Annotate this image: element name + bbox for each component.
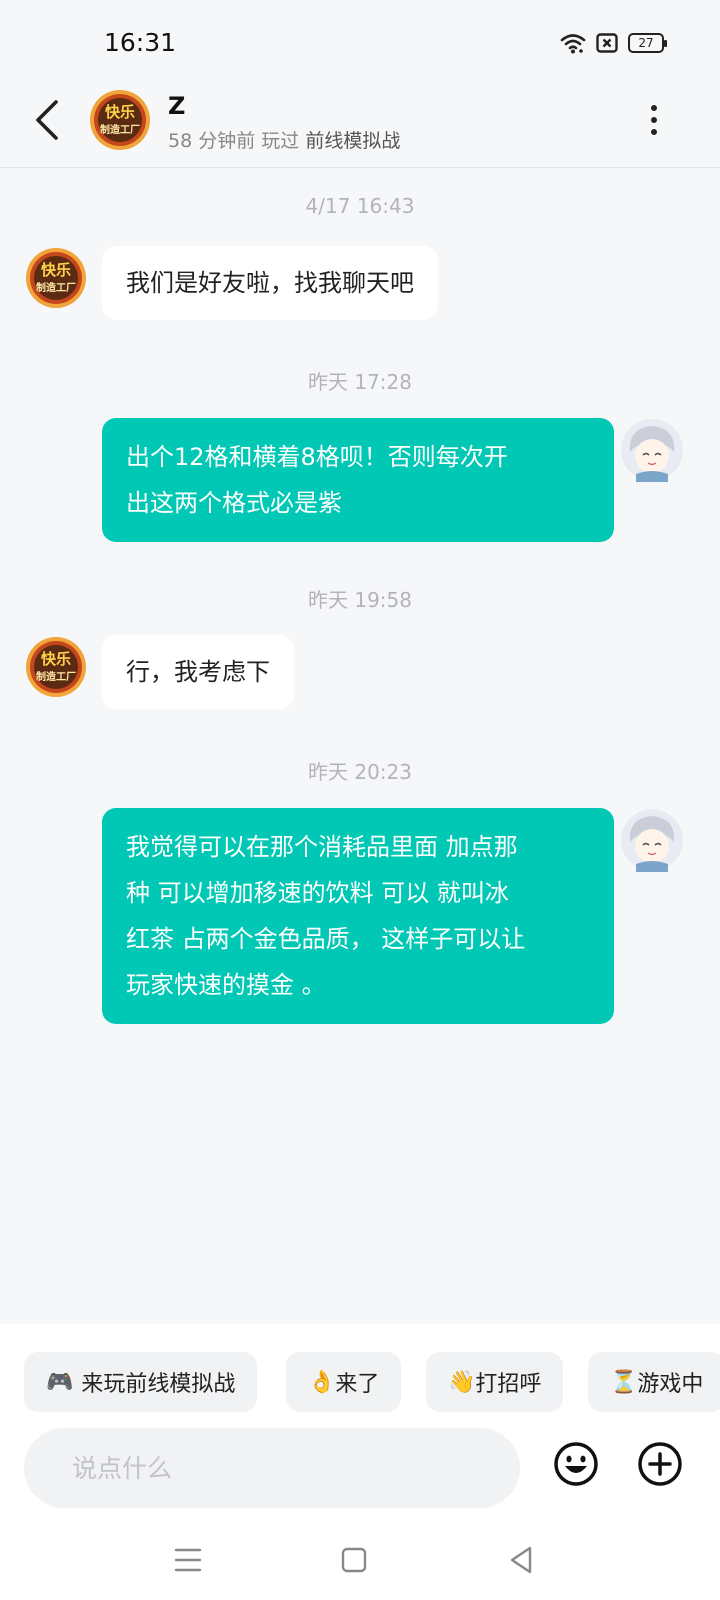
contact-name: Z (168, 92, 186, 120)
sim-icon (596, 33, 618, 53)
timestamp: 昨天 20:23 (308, 760, 412, 784)
contact-avatar[interactable]: 快乐 制造工厂 (24, 246, 88, 310)
battery-icon: 27 (628, 33, 667, 53)
quick-reply-greet[interactable]: 👋 打招呼 (426, 1352, 564, 1412)
chat-header: 快乐 制造工厂 Z 58 分钟前 玩过 前线模拟战 (0, 88, 720, 168)
timestamp: 昨天 17:28 (308, 370, 412, 394)
quick-reply-bar[interactable]: 🎮 来玩前线模拟战 👌 来了 👋 打招呼 ⏳ 游戏中 (0, 1324, 720, 1420)
chat-area[interactable]: 4/17 16:43 快乐 制造工厂 我们是好友啦，找我聊天吧 昨天 17:28… (0, 168, 720, 1324)
contact-status: 58 分钟前 玩过 前线模拟战 (168, 126, 400, 153)
message-input-box[interactable] (24, 1428, 520, 1508)
avatar-text-bottom: 制造工厂 (100, 123, 140, 136)
header-avatar[interactable]: 快乐 制造工厂 (88, 88, 152, 152)
plus-icon[interactable] (636, 1440, 684, 1488)
incoming-message[interactable]: 我们是好友啦，找我聊天吧 (102, 246, 438, 320)
hourglass-icon: ⏳ (610, 1369, 638, 1395)
navigation-bar (0, 1520, 720, 1600)
menu-icon[interactable] (168, 1540, 208, 1580)
last-seen: 58 分钟前 玩过 (168, 130, 300, 152)
input-area (0, 1420, 720, 1520)
message-line: 种 可以增加移速的饮料 可以 就叫冰 (126, 879, 509, 907)
avatar-text-top: 快乐 (105, 103, 135, 121)
quick-reply-label: 来玩前线模拟战 (81, 1372, 236, 1397)
timestamp: 昨天 19:58 (308, 588, 412, 612)
message-line: 玩家快速的摸金 。 (126, 971, 326, 999)
emoji-icon[interactable] (552, 1440, 600, 1488)
quick-reply-label: 来了 (335, 1372, 380, 1397)
incoming-message[interactable]: 行，我考虑下 (102, 635, 294, 709)
avatar-text-top: 快乐 (41, 650, 71, 668)
quick-reply-label: 游戏中 (637, 1372, 704, 1397)
quick-reply-label: 打招呼 (475, 1372, 542, 1397)
more-icon[interactable] (642, 102, 666, 138)
home-icon[interactable] (334, 1540, 374, 1580)
wifi-icon (560, 34, 586, 54)
message-input[interactable] (24, 1428, 520, 1508)
message-line: 我觉得可以在那个消耗品里面 加点那 (126, 833, 518, 861)
status-icons: 27 (560, 32, 667, 54)
status-time: 16:31 (104, 28, 177, 57)
contact-avatar[interactable]: 快乐 制造工厂 (24, 635, 88, 699)
back-nav-icon[interactable] (502, 1540, 542, 1580)
ok-hand-icon: 👌 (308, 1369, 336, 1395)
gamepad-icon: 🎮 (46, 1369, 74, 1395)
my-avatar[interactable] (620, 808, 684, 872)
wave-icon: 👋 (448, 1369, 476, 1395)
message-line: 红茶 占两个金色品质， 这样子可以让 (126, 925, 526, 953)
quick-reply-play[interactable]: 🎮 来玩前线模拟战 (24, 1352, 258, 1412)
outgoing-message[interactable]: 出个12格和横着8格呗！否则每次开 出这两个格式必是紫 (102, 418, 614, 542)
back-icon[interactable] (30, 96, 70, 144)
avatar-text-bottom: 制造工厂 (36, 281, 76, 294)
game-name[interactable]: 前线模拟战 (305, 130, 400, 152)
battery-level: 27 (638, 36, 654, 50)
status-bar: 16:31 27 (0, 0, 720, 88)
outgoing-message[interactable]: 我觉得可以在那个消耗品里面 加点那 种 可以增加移速的饮料 可以 就叫冰 红茶 … (102, 808, 614, 1024)
my-avatar[interactable] (620, 418, 684, 482)
timestamp: 4/17 16:43 (305, 194, 415, 218)
quick-reply-coming[interactable]: 👌 来了 (286, 1352, 402, 1412)
avatar-text-bottom: 制造工厂 (36, 670, 76, 683)
message-line: 出个12格和横着8格呗！否则每次开 (126, 443, 508, 471)
quick-reply-in-game[interactable]: ⏳ 游戏中 (588, 1352, 720, 1412)
avatar-text-top: 快乐 (41, 261, 71, 279)
message-line: 出这两个格式必是紫 (126, 489, 342, 517)
